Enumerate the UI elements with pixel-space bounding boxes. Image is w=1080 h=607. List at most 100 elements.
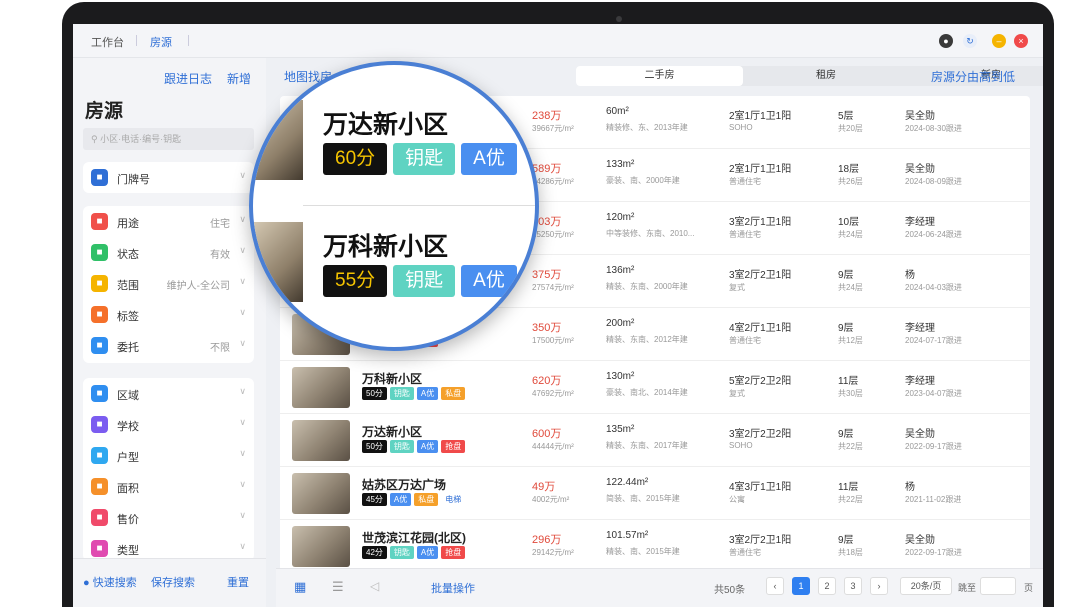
listing-floor: 9层 — [838, 323, 854, 334]
listing-layout: 4室3厅1卫1阳 — [729, 482, 792, 493]
next-page-button[interactable]: › — [870, 577, 888, 595]
table-row[interactable]: 世茂滨江花园(北区) 42分 钥匙 A优 抢盘 296万 29142元/m² 101.57m²… — [280, 520, 1030, 573]
listing-unit: 44286元/m² — [532, 177, 574, 186]
listing-follow: 2024-08-09跟进 — [905, 177, 962, 186]
tab-rent[interactable]: 租房 — [746, 66, 906, 86]
reset-button[interactable]: 重置 — [227, 574, 249, 590]
jump-label: 跳至 — [958, 583, 977, 593]
filter-row[interactable]: ■ 用途 住宅 ∨ — [83, 206, 254, 237]
listing-agent: 吴全勋 — [905, 164, 935, 175]
tab-second-hand[interactable]: 二手房 — [576, 66, 743, 86]
filter-row[interactable]: ■ 委托 不限 ∨ — [83, 330, 254, 361]
table-row[interactable]: 万科新小区 50分 钥匙 A优 私盘 620万 47692元/m² 130m² 豪装、南北、20… — [280, 361, 1030, 414]
listing-detail: 精装、东南、2000年建 — [606, 282, 688, 291]
listing-tag: 钥匙 — [389, 546, 414, 559]
page-size-select[interactable]: 20条/页 — [900, 577, 952, 595]
listing-type: 普通住宅 — [729, 548, 761, 557]
grid-view-icon[interactable]: ▦ — [294, 579, 306, 595]
listing-tag: 钥匙 — [389, 440, 414, 453]
target-icon: ■ — [91, 275, 108, 292]
listing-area: 60m² — [606, 106, 629, 117]
bottom-bar: ▦ ☰ ◁ 批量操作 共50条 ‹ 1 2 3 › 20条/页 跳至 页 — [276, 568, 1043, 607]
quick-search-button[interactable]: ● 快速搜索 — [83, 574, 137, 590]
tab-listings[interactable]: 房源 — [150, 34, 172, 50]
filter-row[interactable]: ■ 户型 ∨ — [83, 440, 254, 471]
listing-photo[interactable] — [292, 367, 350, 408]
title-bar: 工作台 房源 ● ↻ – × — [73, 24, 1043, 58]
filter-row[interactable]: ■ 范围 维护人-全公司 ∨ — [83, 268, 254, 299]
filter-row[interactable]: ■ 门牌号 ∨ — [83, 162, 254, 193]
list-view-icon[interactable]: ☰ — [332, 579, 344, 595]
listing-type: 普通住宅 — [729, 230, 761, 239]
listing-unit: 47692元/m² — [532, 389, 574, 398]
listing-tag: 50分 — [362, 387, 387, 400]
page-1[interactable]: 1 — [792, 577, 810, 595]
layout-icon: ■ — [91, 447, 108, 464]
magnified-tag: A优 — [461, 265, 517, 297]
search-input[interactable]: ⚲ 小区·电话·编号·钥匙 — [83, 128, 254, 150]
filter-label: 类型 — [117, 545, 139, 557]
follow-log-link[interactable]: 跟进日志 — [164, 70, 212, 87]
listing-total: 共18层 — [838, 548, 863, 557]
listing-detail: 精装、东南、2012年建 — [606, 335, 688, 344]
listing-unit: 17500元/m² — [532, 336, 574, 345]
magnified-tag-group: 55分 钥匙 A优 — [323, 265, 517, 297]
listing-tag: 钥匙 — [389, 387, 414, 400]
listing-detail: 豪装、南北、2014年建 — [606, 388, 688, 397]
filter-row[interactable]: ■ 标签 ∨ — [83, 299, 254, 330]
filter-row[interactable]: ■ 学校 ∨ — [83, 409, 254, 440]
listing-layout: 4室2厅1卫1阳 — [729, 323, 792, 334]
listing-follow: 2022-09-17跟进 — [905, 442, 962, 451]
filter-row[interactable]: ■ 面积 ∨ — [83, 471, 254, 502]
minimize-icon[interactable]: – — [992, 34, 1006, 48]
filter-value: 不限 — [210, 343, 230, 354]
listing-tag: 抢盘 — [441, 546, 466, 559]
listing-layout: 2室1厅1卫1阳 — [729, 111, 792, 122]
listing-price: 296万 — [532, 534, 562, 546]
batch-operation-button[interactable]: 批量操作 — [431, 580, 475, 596]
listing-layout: 3室2厅2卫2阳 — [729, 429, 792, 440]
listing-photo[interactable] — [292, 420, 350, 461]
listing-follow: 2021-11-02跟进 — [905, 495, 962, 504]
listing-layout: 3室2厅2卫1阳 — [729, 535, 792, 546]
avatar[interactable]: ● — [939, 34, 953, 48]
filter-row[interactable]: ■ 状态 有效 ∨ — [83, 237, 254, 268]
listing-follow: 2024-04-03跟进 — [905, 283, 962, 292]
table-row[interactable]: 万达新小区 50分 钥匙 A优 抢盘 600万 44444元/m² 135m² 精装、东南、20… — [280, 414, 1030, 467]
filter-label: 用途 — [117, 218, 139, 230]
tab-divider — [136, 35, 137, 46]
tab-workbench[interactable]: 工作台 — [91, 34, 124, 50]
listing-area: 122.44m² — [606, 477, 649, 488]
page-2[interactable]: 2 — [818, 577, 836, 595]
listing-tag: 私盘 — [414, 493, 439, 506]
price-icon: ■ — [91, 509, 108, 526]
page-3[interactable]: 3 — [844, 577, 862, 595]
listing-name: 万科新小区 — [362, 372, 423, 386]
listing-follow: 2024-08-30跟进 — [905, 124, 962, 133]
area-icon: ■ — [91, 478, 108, 495]
signal-icon[interactable]: ◁ — [370, 579, 379, 593]
page-title: 房源 — [85, 101, 124, 122]
close-icon[interactable]: × — [1014, 34, 1028, 48]
listing-photo[interactable] — [292, 526, 350, 567]
filter-row[interactable]: ■ 售价 ∨ — [83, 502, 254, 533]
refresh-icon[interactable]: ↻ — [963, 34, 977, 48]
tag-group: 50分 钥匙 A优 私盘 — [362, 387, 466, 401]
listing-type: 复式 — [729, 389, 745, 398]
listing-total: 共24层 — [838, 230, 863, 239]
tag-icon: ■ — [91, 306, 108, 323]
listing-floor: 9层 — [838, 270, 854, 281]
listing-floor: 9层 — [838, 429, 854, 440]
listing-total: 共22层 — [838, 495, 863, 504]
table-row[interactable]: 姑苏区万达广场 45分 A优 私盘 电梯 49万 4002元/m² 122.44m² 简装、南、… — [280, 467, 1030, 520]
listing-tag: 抢盘 — [441, 440, 466, 453]
save-search-button[interactable]: 保存搜索 — [151, 574, 195, 590]
jump-input[interactable] — [980, 577, 1016, 595]
sort-button[interactable]: 房源分由高到低 — [931, 68, 1015, 85]
prev-page-button[interactable]: ‹ — [766, 577, 784, 595]
add-button[interactable]: 新增 — [227, 70, 251, 87]
listing-photo[interactable] — [292, 473, 350, 514]
listing-detail: 精装、东南、2017年建 — [606, 441, 688, 450]
filter-row[interactable]: ■ 区域 ∨ — [83, 378, 254, 409]
listing-type: 复式 — [729, 283, 745, 292]
